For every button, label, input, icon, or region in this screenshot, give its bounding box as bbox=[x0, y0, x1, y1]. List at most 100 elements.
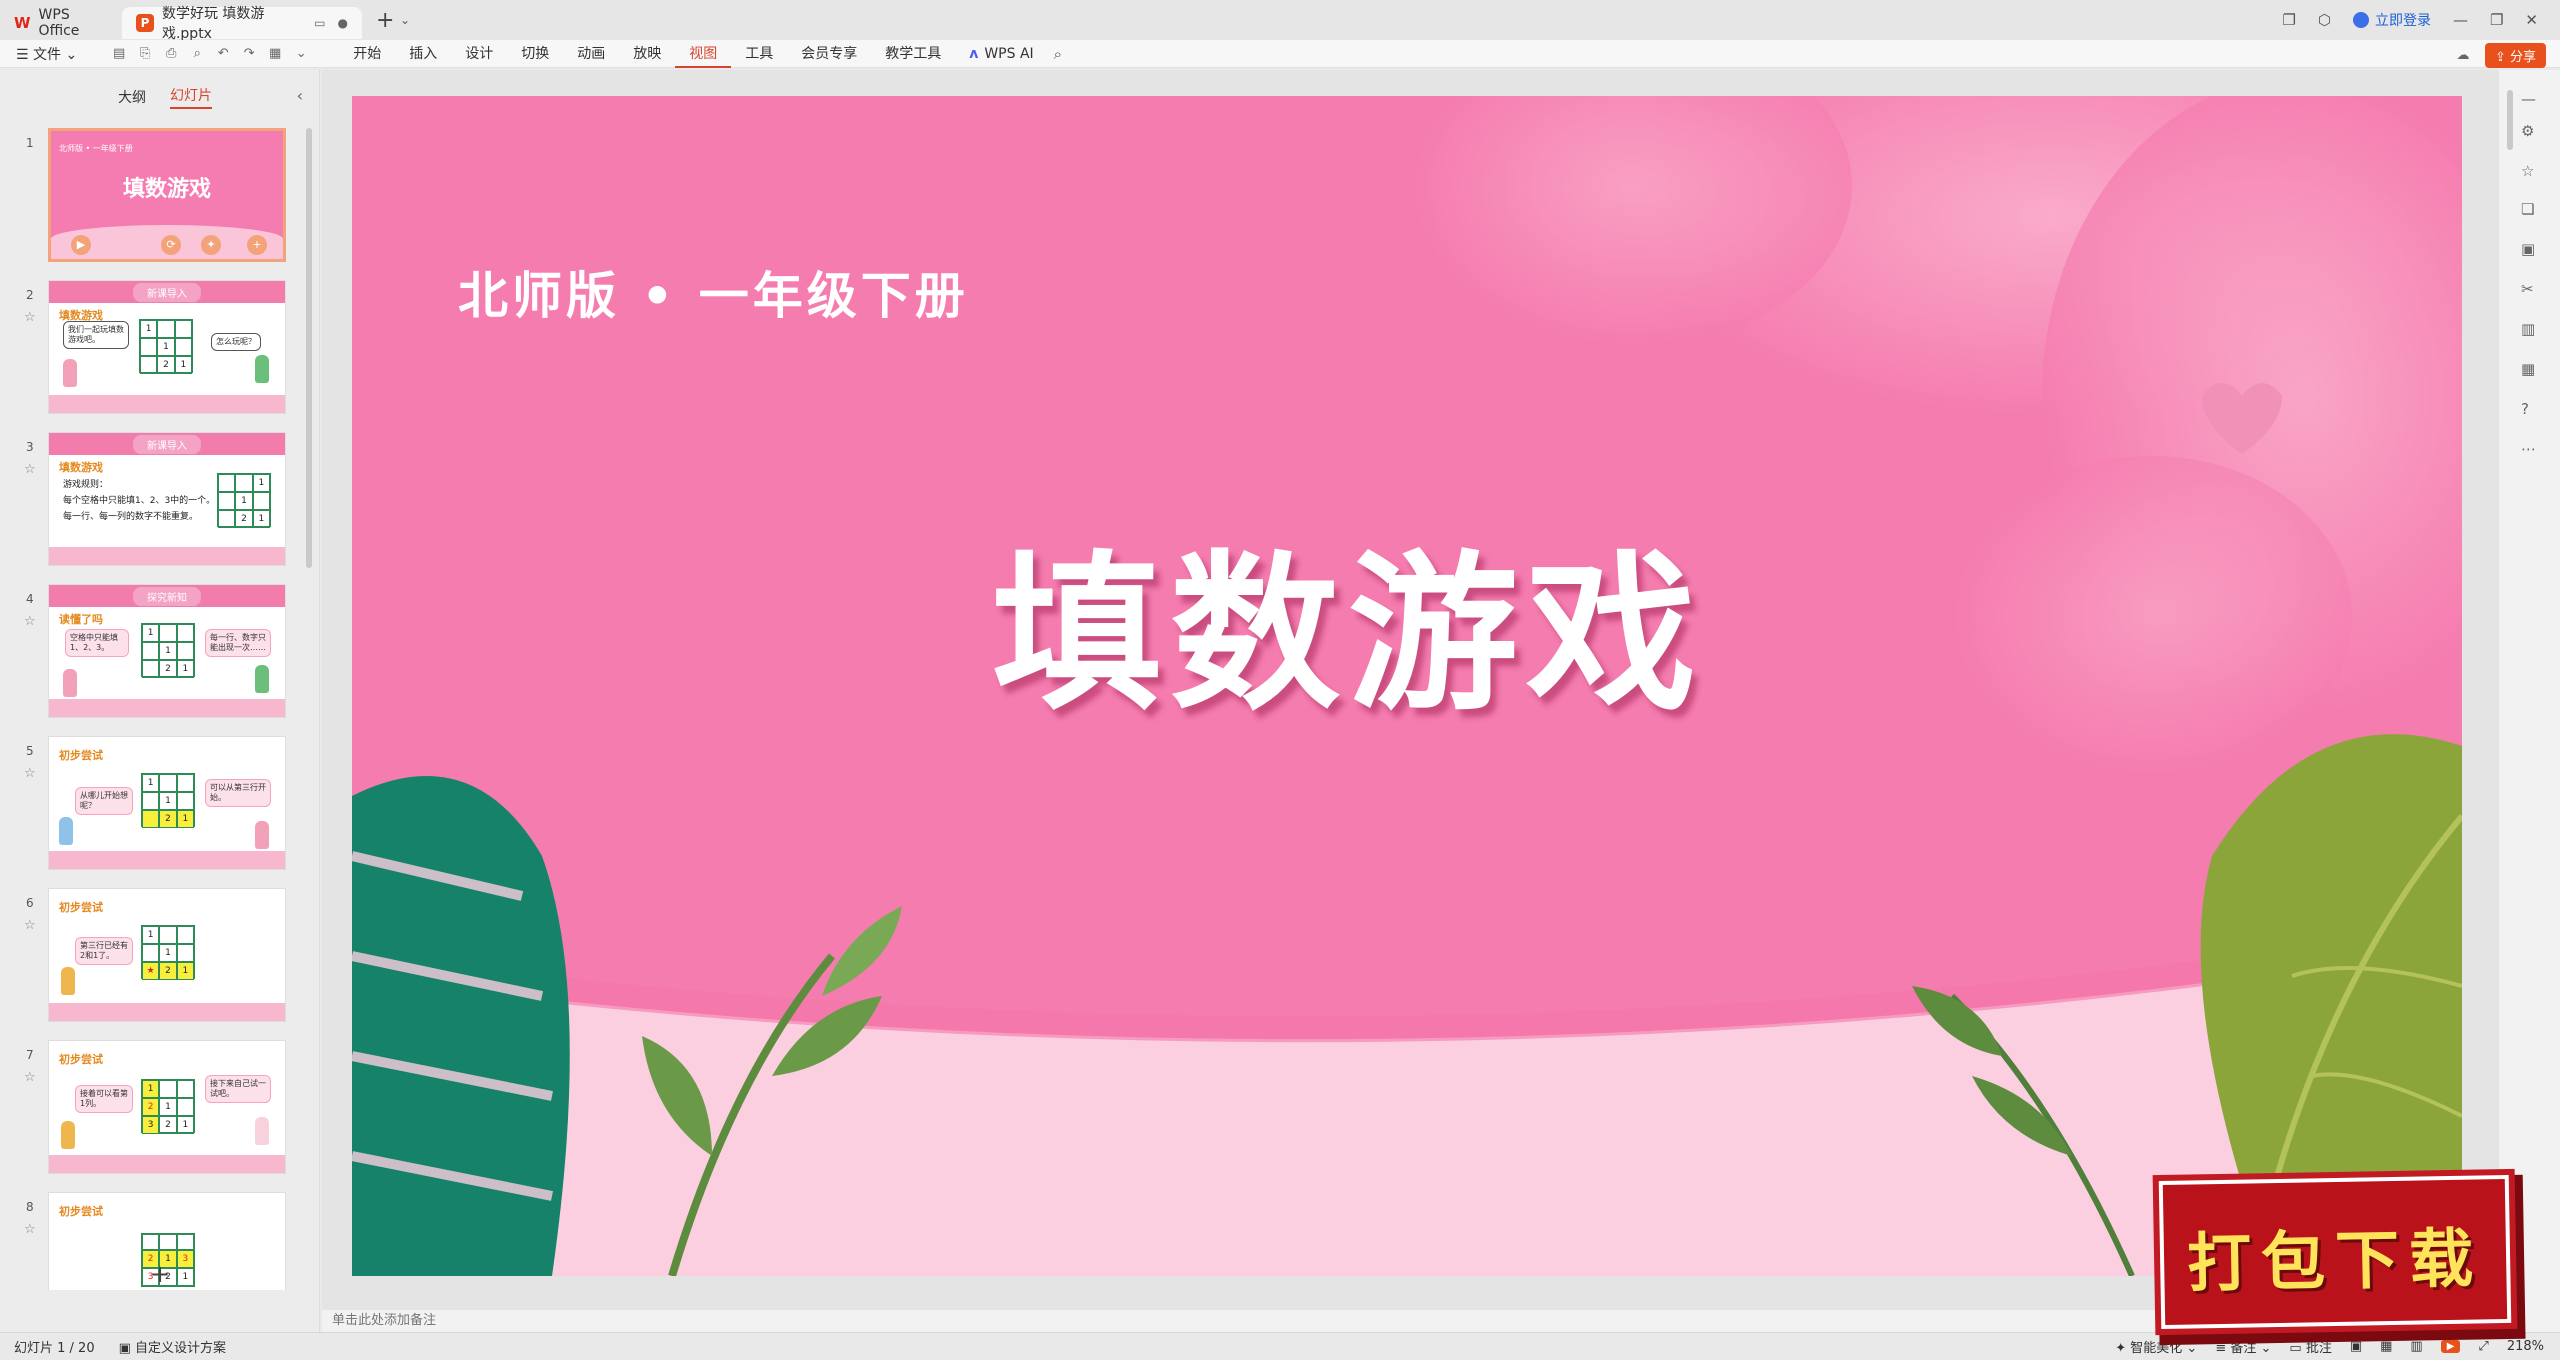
reading-view-icon[interactable]: ▥ bbox=[2410, 1339, 2422, 1354]
wps-ai-button[interactable]: ᴧ WPS AI bbox=[969, 46, 1033, 62]
beautify-icon[interactable]: ✦ bbox=[201, 235, 221, 255]
close-icon[interactable]: ✕ bbox=[2525, 11, 2538, 29]
menu-start[interactable]: 开始 bbox=[339, 40, 395, 68]
file-menu[interactable]: ☰ 文件 ⌄ bbox=[16, 44, 77, 64]
menu-design[interactable]: 设计 bbox=[451, 40, 507, 68]
template-icon[interactable]: ▦ bbox=[2521, 360, 2535, 378]
slide-thumbnail-row[interactable]: 7 ☆ 初步尝试 接着可以看第1列。 接下来自己试一试吧。 1 21 321 bbox=[0, 1040, 310, 1180]
star-icon[interactable]: ☆ bbox=[24, 1070, 36, 1085]
restore-icon[interactable]: ❐ bbox=[2490, 11, 2503, 29]
download-badge[interactable]: 打包下载 bbox=[2158, 1174, 2512, 1330]
slide-number: 7 bbox=[26, 1048, 34, 1062]
menu-insert[interactable]: 插入 bbox=[395, 40, 451, 68]
slide-sorter-icon[interactable]: ▦ bbox=[2380, 1339, 2392, 1354]
add-icon[interactable]: + bbox=[247, 235, 267, 255]
normal-view-icon[interactable]: ▣ bbox=[2350, 1339, 2362, 1354]
menu-tools[interactable]: 工具 bbox=[731, 40, 787, 68]
open-icon[interactable]: ⎘ bbox=[137, 46, 153, 62]
design-scheme-button[interactable]: ▣ 自定义设计方案 bbox=[119, 1337, 226, 1356]
menu-teaching-tools[interactable]: 教学工具 bbox=[871, 40, 955, 68]
menu-animation[interactable]: 动画 bbox=[563, 40, 619, 68]
save-icon[interactable]: ▤ bbox=[111, 46, 127, 62]
beautify-button[interactable]: ✦ 智能美化 ⌄ bbox=[2115, 1337, 2197, 1356]
fit-icon[interactable]: ⤢ bbox=[2478, 1339, 2488, 1354]
copy-icon[interactable]: ❏ bbox=[2521, 200, 2534, 218]
thumb-band: 新课导入 bbox=[49, 433, 285, 455]
settings-sliders-icon[interactable]: ⚙ bbox=[2521, 122, 2534, 140]
slide-thumbnail-row[interactable]: 5 ☆ 初步尝试 从哪儿开始想呢？ 可以从第三行开始。 1 1 21 bbox=[0, 736, 310, 876]
book-icon[interactable]: ▥ bbox=[2521, 320, 2535, 338]
preview-icon[interactable]: ⌕ bbox=[189, 46, 205, 62]
thumb-heading: 初步尝试 bbox=[59, 901, 103, 914]
tab-wps-office[interactable]: W WPS Office bbox=[0, 7, 122, 39]
slide-thumbnail[interactable]: 探究新知 读懂了吗 空格中只能填1、2、3。 每一行、数字只能出现一次…… 1 … bbox=[48, 584, 286, 718]
slide-title[interactable]: 填数游戏 bbox=[992, 496, 1704, 742]
slide-thumbnail[interactable]: 新课导入 填数游戏 我们一起玩填数游戏吧。 怎么玩呢？ 1 1 21 bbox=[48, 280, 286, 414]
slide-thumbnail-row[interactable]: 1 北师版 • 一年级下册 填数游戏 ▶ ⟳ ✦ + bbox=[0, 128, 310, 268]
slide-thumbnail[interactable]: 初步尝试 从哪儿开始想呢？ 可以从第三行开始。 1 1 21 bbox=[48, 736, 286, 870]
slide-thumbnail[interactable]: 新课导入 填数游戏 游戏规则： 每个空格中只能填1、2、3中的一个。 每一行、每… bbox=[48, 432, 286, 566]
slide-thumbnail[interactable]: 初步尝试 接着可以看第1列。 接下来自己试一试吧。 1 21 321 bbox=[48, 1040, 286, 1174]
star-icon[interactable]: ☆ bbox=[24, 766, 36, 781]
slide-thumbnail-row[interactable]: 2 ☆ 新课导入 填数游戏 我们一起玩填数游戏吧。 怎么玩呢？ 1 1 21 bbox=[0, 280, 310, 420]
tab-document[interactable]: P 数学好玩 填数游戏.pptx ▭ ● bbox=[122, 6, 362, 42]
window-icon[interactable]: ▭ bbox=[314, 16, 325, 30]
slide-thumbnail-row[interactable]: 3 ☆ 新课导入 填数游戏 游戏规则： 每个空格中只能填1、2、3中的一个。 每… bbox=[0, 432, 310, 572]
slide-subtitle[interactable]: 北师版 • 一年级下册 bbox=[458, 256, 969, 328]
download-badge-text: 打包下载 bbox=[2186, 1221, 2484, 1302]
play-icon[interactable]: ▶ bbox=[71, 235, 91, 255]
star-icon[interactable]: ☆ bbox=[24, 614, 36, 629]
add-slide-button[interactable]: + bbox=[150, 1260, 170, 1288]
tab-dot-icon[interactable]: ● bbox=[338, 16, 348, 30]
help-icon[interactable]: ? bbox=[2521, 400, 2529, 418]
star-icon[interactable]: ☆ bbox=[24, 310, 36, 325]
slide-thumbnail-row[interactable]: 4 ☆ 探究新知 读懂了吗 空格中只能填1、2、3。 每一行、数字只能出现一次…… bbox=[0, 584, 310, 724]
canvas-scrollbar[interactable] bbox=[2507, 90, 2513, 150]
image-edit-icon[interactable]: ▣ bbox=[2521, 240, 2535, 258]
slide-number: 6 bbox=[26, 896, 34, 910]
star-icon[interactable]: ☆ bbox=[2521, 162, 2534, 180]
undo-icon[interactable]: ↶ bbox=[215, 46, 231, 62]
more-icon[interactable]: ⋯ bbox=[2521, 440, 2536, 458]
menu-slideshow[interactable]: 放映 bbox=[619, 40, 675, 68]
zoom-level[interactable]: 218% bbox=[2507, 1339, 2544, 1354]
menu-transition[interactable]: 切换 bbox=[507, 40, 563, 68]
tab-slides[interactable]: 幻灯片 bbox=[170, 85, 212, 109]
format-painter-icon[interactable]: ▦ bbox=[267, 46, 283, 62]
star-icon[interactable]: ☆ bbox=[24, 1222, 36, 1237]
ai-icon: ᴧ bbox=[969, 45, 979, 62]
current-slide[interactable]: 北师版 • 一年级下册 填数游戏 bbox=[352, 96, 2462, 1276]
tools-icon[interactable]: ✂ bbox=[2521, 280, 2534, 298]
menu-view[interactable]: 视图 bbox=[675, 40, 732, 68]
slide-thumbnail[interactable]: 北师版 • 一年级下册 填数游戏 ▶ ⟳ ✦ + bbox=[48, 128, 286, 262]
slide-editing-area: 北师版 • 一年级下册 填数游戏 bbox=[322, 70, 2498, 1310]
minus-icon[interactable]: — bbox=[2521, 90, 2536, 108]
chevron-down-icon[interactable]: ⌄ bbox=[400, 13, 410, 27]
comments-button[interactable]: ▭ 批注 bbox=[2289, 1337, 2331, 1356]
menu-member[interactable]: 会员专享 bbox=[787, 40, 871, 68]
minimize-icon[interactable]: — bbox=[2453, 11, 2468, 29]
slide-thumbnail[interactable]: 初步尝试 第三行已经有2和1了。 1 1 ★ 2 1 bbox=[48, 888, 286, 1022]
collapse-icon[interactable]: ‹ bbox=[297, 86, 303, 105]
search-icon[interactable]: ⌕ bbox=[1054, 45, 1062, 63]
tab-outline[interactable]: 大纲 bbox=[118, 87, 146, 107]
cloud-icon[interactable]: ☁ bbox=[2455, 48, 2471, 64]
login-button[interactable]: 立即登录 bbox=[2352, 10, 2431, 30]
tile-icon[interactable]: ❐ bbox=[2282, 11, 2295, 29]
print-icon[interactable]: ⎙ bbox=[163, 46, 179, 62]
new-tab-icon[interactable]: + bbox=[376, 8, 396, 33]
thumbnail-scrollbar[interactable] bbox=[306, 128, 312, 568]
speech-bubble: 怎么玩呢？ bbox=[211, 333, 261, 351]
slide-thumbnail-row[interactable]: 6 ☆ 初步尝试 第三行已经有2和1了。 1 1 ★ 2 1 bbox=[0, 888, 310, 1028]
chevron-down-icon[interactable]: ⌄ bbox=[293, 46, 309, 62]
cube-icon[interactable]: ⬡ bbox=[2318, 11, 2331, 29]
share-button[interactable]: ⇪ 分享 bbox=[2484, 43, 2546, 68]
redo-icon[interactable]: ↷ bbox=[241, 46, 257, 62]
star-icon[interactable]: ☆ bbox=[24, 918, 36, 933]
star-icon[interactable]: ☆ bbox=[24, 462, 36, 477]
notes-button[interactable]: ≡ 备注 ⌄ bbox=[2215, 1337, 2271, 1356]
slide-number: 5 bbox=[26, 744, 34, 758]
replace-icon[interactable]: ⟳ bbox=[161, 235, 181, 255]
speech-bubble: 我们一起玩填数游戏吧。 bbox=[63, 321, 129, 349]
slideshow-play-button[interactable]: ▶ bbox=[2440, 1340, 2461, 1353]
